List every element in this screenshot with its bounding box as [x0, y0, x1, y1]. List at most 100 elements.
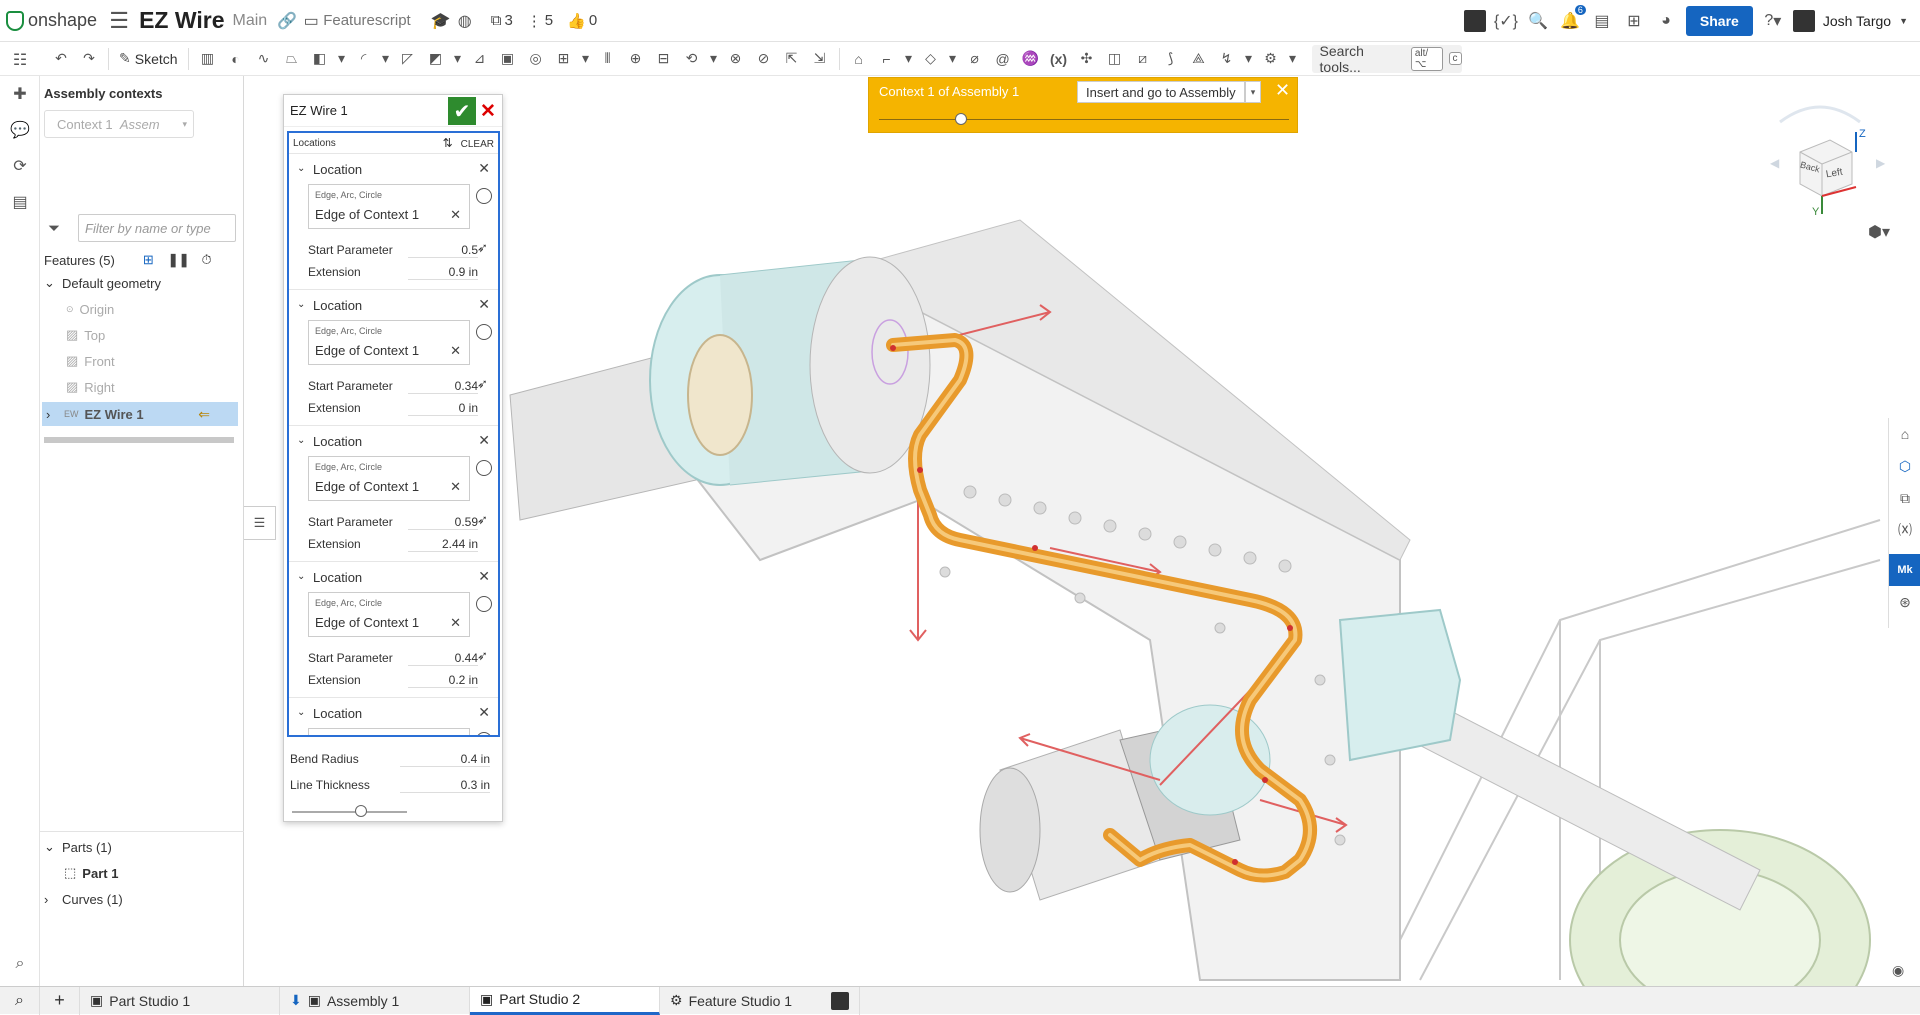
dialog-slider-track[interactable] — [292, 811, 407, 813]
link-icon[interactable]: 🔗 — [275, 9, 299, 33]
boolean-icon[interactable]: ⊕ — [623, 46, 649, 72]
sweep-icon[interactable]: ∿ — [251, 46, 277, 72]
shell-icon[interactable]: ▣ — [495, 46, 521, 72]
start-parameter-input[interactable]: 0.5 — [408, 243, 478, 258]
graphics-viewport[interactable] — [502, 110, 1882, 986]
configurations-icon[interactable]: ⬡ — [1889, 450, 1920, 482]
curve-icon[interactable]: ⟆ — [1158, 46, 1184, 72]
onshape-logo[interactable]: onshape — [6, 10, 97, 31]
custom-feature-icon[interactable]: ⚙ — [1258, 46, 1284, 72]
flip-direction-icon[interactable]: ➶ — [477, 512, 493, 528]
extrude-icon[interactable]: ▥ — [195, 46, 221, 72]
add-folder-icon[interactable]: ⊞ — [143, 252, 154, 268]
fillet-icon[interactable]: ◜ — [351, 46, 377, 72]
dropdown-chevron-icon[interactable]: ▾ — [1242, 46, 1256, 72]
clear-edge-icon[interactable]: ✕ — [450, 615, 461, 631]
pause-icon[interactable]: ❚❚ — [168, 252, 190, 268]
chevron-down-icon[interactable]: ⌄ — [297, 299, 305, 310]
chevron-down-icon[interactable]: ⌄ — [297, 163, 305, 174]
accept-checkmark-icon[interactable]: ✔ — [448, 97, 476, 125]
search-tools-input[interactable]: Search tools... alt/⌥ c — [1311, 43, 1462, 75]
camera-icon[interactable]: ◉ — [1892, 962, 1904, 979]
toggle-panel-icon[interactable]: ☰ — [244, 506, 276, 540]
clear-edge-icon[interactable]: ✕ — [450, 343, 461, 359]
appearance-icon[interactable]: ⌂ — [1889, 418, 1920, 450]
thicken-icon[interactable]: ◧ — [307, 46, 333, 72]
sort-icon[interactable]: ⇅ — [443, 136, 453, 150]
parts-row[interactable]: ⌄ Parts (1) — [44, 834, 112, 860]
chamfer-icon[interactable]: ◸ — [395, 46, 421, 72]
close-context-icon[interactable]: ✕ — [1275, 80, 1290, 101]
rotate-right-icon[interactable]: ▶ — [1876, 156, 1885, 170]
insert-dropdown-chevron-icon[interactable]: ▾ — [1245, 81, 1261, 103]
user-name[interactable]: Josh Targo — [1823, 13, 1891, 29]
wrap-icon[interactable]: ⧄ — [1130, 46, 1156, 72]
flip-direction-icon[interactable]: ➶ — [477, 376, 493, 392]
variable-button[interactable]: (x) — [1046, 46, 1072, 72]
sketch-button[interactable]: ✎ Sketch — [115, 46, 182, 72]
edge-query-box[interactable]: Edge, Arc, Circle — [308, 728, 470, 735]
extension-input[interactable]: 0.2 in — [408, 673, 478, 688]
insert-icon[interactable]: ✚ — [0, 76, 40, 112]
document-title[interactable]: EZ Wire — [139, 7, 224, 34]
custom-table-icon[interactable]: ⊛ — [1889, 586, 1920, 618]
feature-list-icon[interactable]: ☷ — [0, 42, 40, 78]
projected-curve-icon[interactable]: ⟁ — [1186, 46, 1212, 72]
fit-spline-icon[interactable]: ♒ — [1018, 46, 1044, 72]
remove-location-icon[interactable]: ✕ — [478, 160, 490, 177]
undo-icon[interactable]: ↶ — [48, 46, 74, 72]
document-list-icon[interactable]: ▤ — [1590, 9, 1614, 33]
search-tabs-icon[interactable]: ⌕ — [0, 986, 40, 1015]
bend-radius-input[interactable]: 0.4 in — [400, 752, 490, 767]
hamburger-menu-icon[interactable]: ☰ — [107, 8, 131, 33]
featurescript-icon[interactable]: {✓} — [1494, 9, 1518, 33]
cancel-x-icon[interactable]: ✕ — [478, 99, 498, 123]
profile-thumbnail[interactable] — [1463, 9, 1486, 32]
split-icon[interactable]: ⊟ — [651, 46, 677, 72]
filter-icon[interactable]: ⏷ — [48, 220, 60, 237]
view-options-icon[interactable]: ⬢▾ — [1868, 222, 1890, 242]
bom-icon[interactable]: ▤ — [0, 184, 40, 220]
clock-icon[interactable] — [476, 596, 492, 612]
dropdown-chevron-icon[interactable]: ▾ — [707, 46, 721, 72]
extension-input[interactable]: 0 in — [408, 401, 478, 416]
history-icon[interactable]: ⟳ — [0, 148, 40, 184]
versions-count[interactable]: ⧉ 3 — [491, 12, 513, 29]
render-icon[interactable]: ◕ — [1654, 9, 1678, 33]
part-row[interactable]: ⬚ Part 1 — [64, 860, 118, 886]
context-slider-knob[interactable] — [955, 113, 967, 125]
dropdown-chevron-icon[interactable]: ▾ — [1286, 46, 1300, 72]
clear-edge-icon[interactable]: ✕ — [450, 207, 461, 223]
rollback-bar[interactable] — [44, 437, 234, 443]
plane-icon[interactable]: ◇ — [918, 46, 944, 72]
help-icon[interactable]: ? ▾ — [1761, 9, 1785, 33]
clock-icon[interactable] — [476, 732, 492, 735]
origin-row[interactable]: ⊙ Origin — [66, 296, 114, 322]
dialog-slider-knob[interactable] — [355, 805, 367, 817]
dropdown-chevron-icon[interactable]: ▾ — [451, 46, 465, 72]
remove-location-icon[interactable]: ✕ — [478, 432, 490, 449]
user-avatar[interactable] — [1792, 9, 1815, 32]
edge-query-box[interactable]: Edge, Arc, Circle Edge of Context 1 ✕ — [308, 184, 470, 229]
start-parameter-input[interactable]: 0.34 — [408, 379, 478, 394]
hole-icon[interactable]: ◎ — [523, 46, 549, 72]
ez-wire-feature-row[interactable]: › EW EZ Wire 1 ⇐ — [42, 402, 238, 426]
context-slider-track[interactable] — [879, 119, 1289, 120]
frame-icon[interactable]: ✣ — [1074, 46, 1100, 72]
mate-connector-icon[interactable]: ⌀ — [962, 46, 988, 72]
remove-location-icon[interactable]: ✕ — [478, 568, 490, 585]
rib-icon[interactable]: ⊿ — [467, 46, 493, 72]
branches-count[interactable]: ⋮ 5 — [527, 12, 553, 30]
share-button[interactable]: Share — [1685, 5, 1753, 36]
workspace-link[interactable]: Featurescript — [323, 12, 411, 29]
tab-feature-studio-1[interactable]: ⚙ Feature Studio 1 — [660, 986, 860, 1015]
edge-query-box[interactable]: Edge, Arc, Circle Edge of Context 1 ✕ — [308, 592, 470, 637]
surface-icon[interactable]: ◫ — [1102, 46, 1128, 72]
rollback-timer-icon[interactable]: ⏱ — [202, 252, 212, 268]
helix-icon[interactable]: @ — [990, 46, 1016, 72]
rollback-arrow-icon[interactable]: ⇐ — [198, 406, 210, 423]
mk-app-icon[interactable]: Mk — [1889, 554, 1920, 586]
extension-input[interactable]: 0.9 in — [408, 265, 478, 280]
remove-location-icon[interactable]: ✕ — [478, 296, 490, 313]
draft-icon[interactable]: ◩ — [423, 46, 449, 72]
